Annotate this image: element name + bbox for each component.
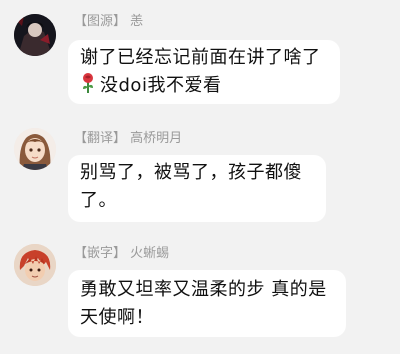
message-text-line: 天使啊！	[80, 307, 154, 328]
sender-nickname: 火蜥蜴	[130, 246, 170, 261]
avatar[interactable]	[14, 128, 56, 170]
message-text-line: 别骂了，被骂了，孩子都傻	[80, 162, 302, 183]
avatar-dark-image	[14, 14, 56, 56]
sender-nickname: 恙	[130, 14, 144, 29]
message-text-line: 勇敢又坦率又温柔的步 真的是	[80, 279, 327, 300]
sender-role-tag: 【翻译】	[74, 131, 127, 146]
avatar[interactable]	[14, 14, 56, 56]
message-bubble[interactable]: 别骂了，被骂了，孩子都傻 了。	[68, 155, 326, 222]
sender-nickname: 高桥明月	[130, 131, 183, 146]
message-text-line-with-emoji: 没doi我不爱看	[80, 72, 328, 100]
message-text-line: 了。	[80, 190, 117, 211]
avatar-red-hair-boy-image	[14, 244, 56, 286]
avatar[interactable]	[14, 244, 56, 286]
sender-name: 【翻译】 高桥明月	[74, 131, 182, 147]
sender-role-tag: 【嵌字】	[74, 246, 127, 261]
avatar-anime-girl-image	[14, 128, 56, 170]
message-bubble[interactable]: 勇敢又坦率又温柔的步 真的是 天使啊！	[68, 270, 346, 337]
message-text: 没doi我不爱看	[100, 75, 222, 96]
rose-icon	[80, 72, 96, 94]
sender-name: 【嵌字】 火蜥蜴	[74, 246, 169, 262]
message-text-line: 谢了已经忘记前面在讲了啥了	[80, 47, 321, 68]
sender-name: 【图源】 恙	[74, 14, 143, 30]
sender-role-tag: 【图源】	[74, 14, 127, 29]
message-bubble[interactable]: 谢了已经忘记前面在讲了啥了 没doi我不爱看	[68, 40, 340, 104]
